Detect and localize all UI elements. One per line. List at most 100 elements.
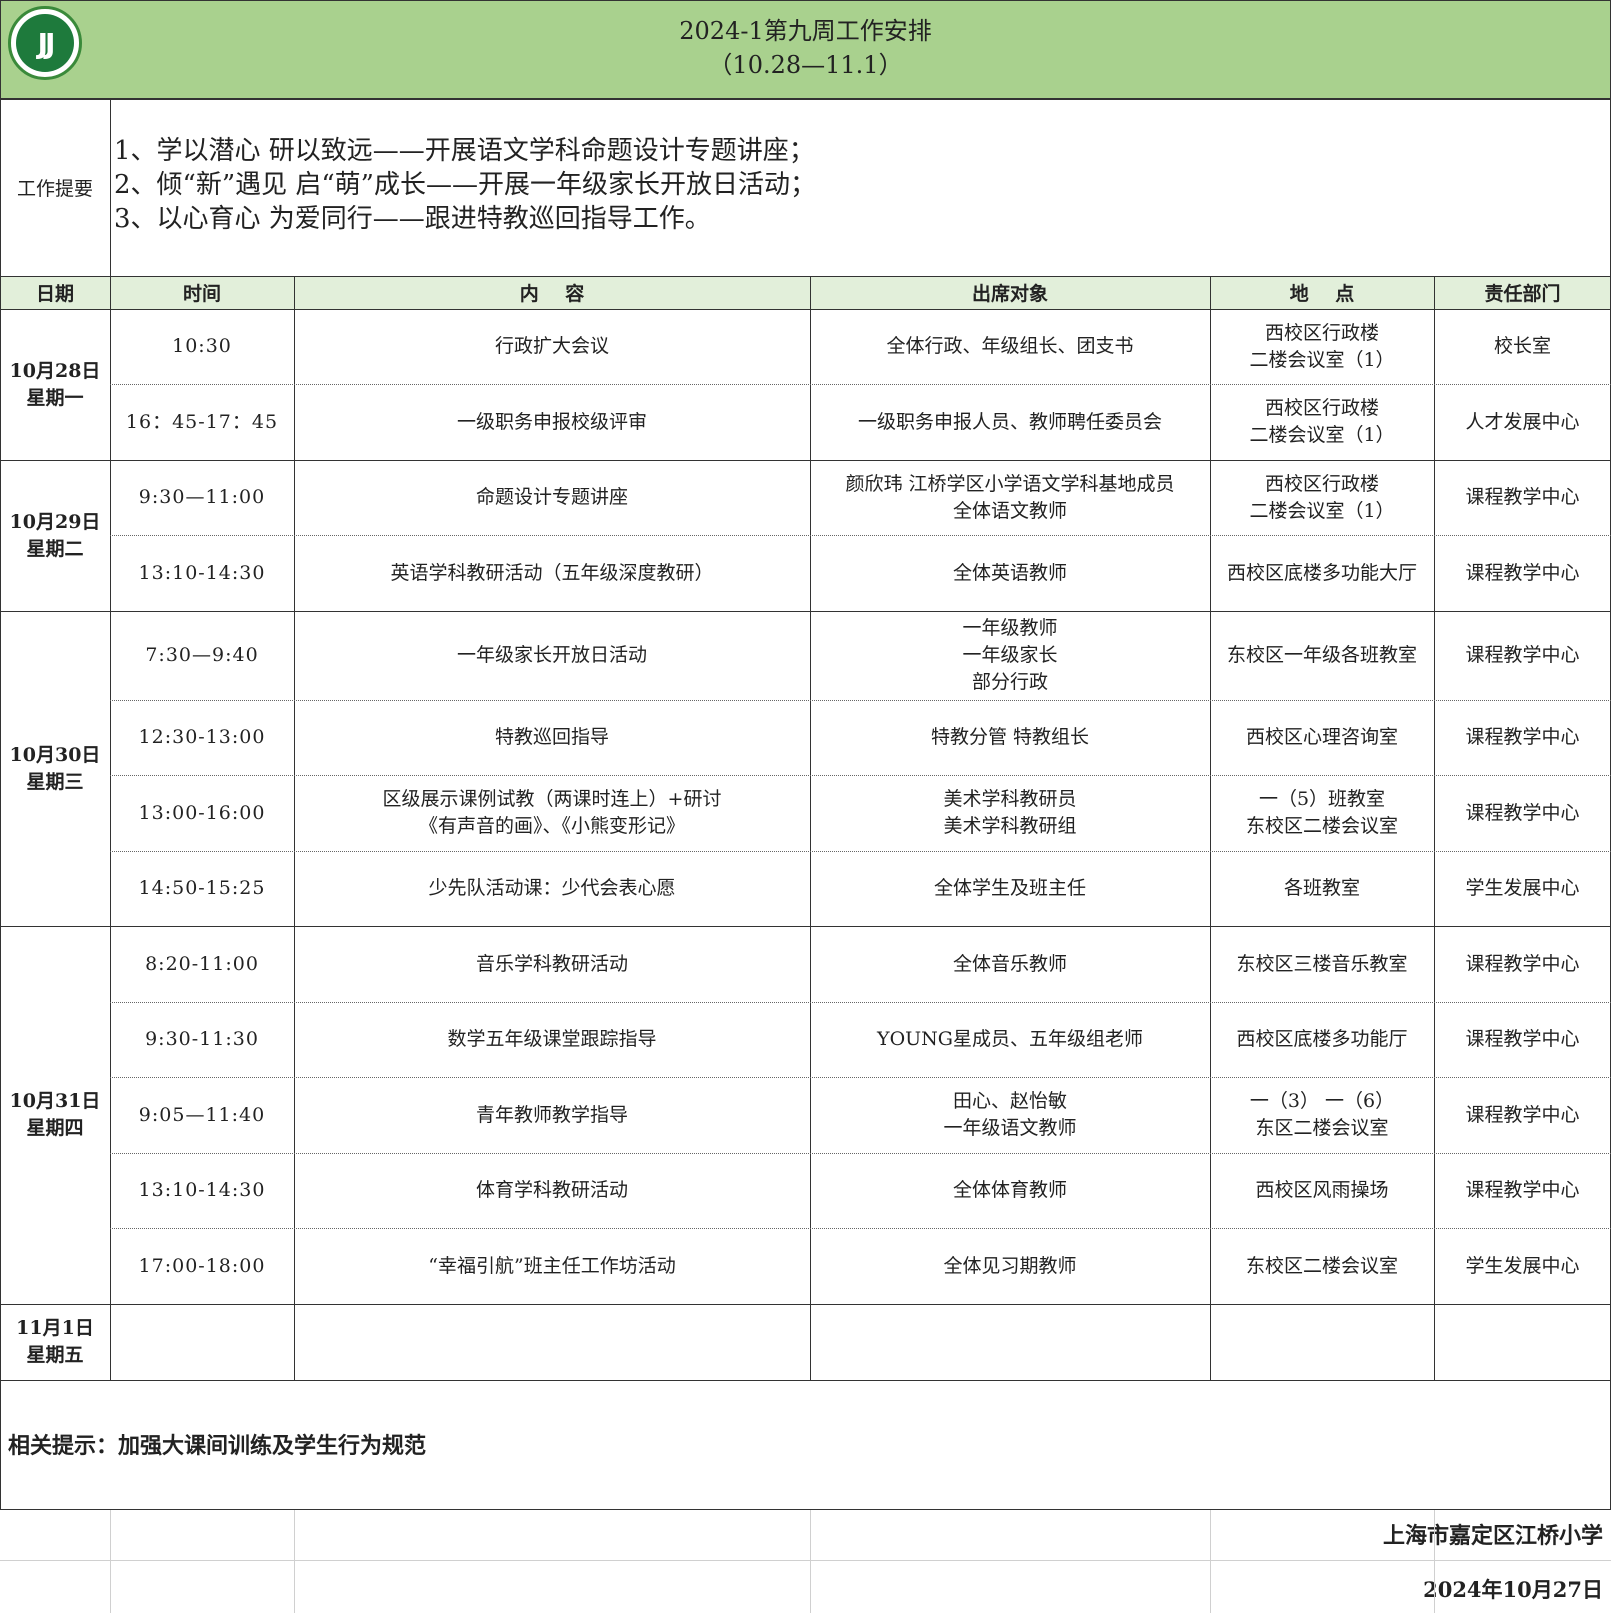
location-cell: 一（3） 一（6） 东区二楼会议室 [1210,1077,1434,1153]
row-dotted-line [110,1002,1611,1003]
school-name: 上海市嘉定区江桥小学 [1382,1523,1603,1549]
sheet-grid-line [1434,1510,1435,1613]
attendees-cell: 全体音乐教师 [810,926,1210,1002]
day-date-cell: 10月28日 星期一 [9,359,101,409]
department-cell: 课程教学中心 [1434,700,1611,775]
attendees-cell-text: 全体学生及班主任 [933,877,1086,899]
content-cell-text: 一年级家长开放日活动 [456,644,647,666]
location-cell-text: 东校区二楼会议室 [1245,1254,1398,1277]
sheet-grid-line [110,1510,111,1613]
department-cell-text: 课程教学中心 [1465,952,1580,975]
attendees-cell-text: 特教分管 特教组长 [930,726,1090,748]
row-dotted-line [110,700,1611,701]
time-cell: 13:00-16:00 [110,775,294,851]
time-cell: 17:00-18:00 [110,1228,294,1304]
attendees-cell: 全体行政、年级组长、团支书 [810,309,1210,384]
content-cell: 特教巡回指导 [294,700,810,775]
location-cell-text: 东校区三楼音乐教室 [1236,952,1408,975]
department-cell-text: 校长室 [1493,335,1551,357]
content-cell: 行政扩大会议 [294,309,810,384]
attendees-cell: 特教分管 特教组长 [810,700,1210,775]
attendees-cell: 全体体育教师 [810,1153,1210,1228]
department-cell: 课程教学中心 [1434,460,1611,535]
attendees-cell-text: 全体行政、年级组长、团支书 [886,335,1134,357]
location-cell: 一（5）班教室 东校区二楼会议室 [1210,775,1434,851]
department-cell: 课程教学中心 [1434,1077,1611,1153]
col-header-content: 内 容 [294,276,810,309]
time-cell-text: 7:30—9:40 [145,644,259,666]
location-cell: 西校区底楼多功能厅 [1210,1002,1434,1077]
row-dotted-line [110,775,1611,776]
sheet-grid-line [810,1510,811,1613]
department-cell-text: 人才发展中心 [1465,410,1580,433]
content-cell: “幸福引航”班主任工作坊活动 [294,1228,810,1304]
content-cell-text: 行政扩大会议 [494,335,609,357]
location-cell: 西校区心理咨询室 [1210,700,1434,775]
time-cell: 8:20-11:00 [110,926,294,1002]
issue-date: 2024年10月27日 [1423,1577,1603,1602]
location-cell-text: 西校区心理咨询室 [1245,726,1398,748]
department-cell-text: 课程教学中心 [1465,486,1580,508]
row-border-line [0,309,1611,310]
department-cell: 人才发展中心 [1434,384,1611,460]
location-cell-text: 西校区底楼多功能大厅 [1226,561,1417,584]
department-cell-text: 课程教学中心 [1465,1028,1580,1050]
content-cell: 一级职务申报校级评审 [294,384,810,460]
attendees-cell: 美术学科教研员 美术学科教研组 [810,775,1210,851]
attendees-cell: 全体英语教师 [810,535,1210,611]
day-date-cell: 11月1日 星期五 [16,1317,94,1366]
time-cell: 12:30-13:00 [110,700,294,775]
content-cell-text: 英语学科教研活动（五年级深度教研） [390,561,714,584]
attendees-cell-text: 全体体育教师 [952,1179,1067,1201]
department-cell: 校长室 [1434,309,1611,384]
location-cell: 各班教室 [1210,851,1434,926]
frame-left-line [0,0,1,1510]
location-cell: 西校区底楼多功能大厅 [1210,535,1434,611]
location-cell-text: 东校区一年级各班教室 [1226,644,1417,666]
content-cell-text: 青年教师教学指导 [475,1103,628,1126]
col-header-department: 责任部门 [1434,276,1611,309]
department-cell: 学生发展中心 [1434,1228,1611,1304]
time-cell-text: 8:20-11:00 [145,952,259,975]
content-cell-text: 体育学科教研活动 [475,1179,628,1201]
time-cell: 10:30 [110,309,294,384]
content-cell: 数学五年级课堂跟踪指导 [294,1002,810,1077]
time-cell: 16：45-17：45 [110,384,294,460]
row-dotted-line [110,384,1611,385]
content-cell: 一年级家长开放日活动 [294,611,810,700]
time-cell-text: 10:30 [172,335,232,357]
department-cell: 课程教学中心 [1434,535,1611,611]
attendees-cell-text: 颜欣玮 江桥学区小学语文学科基地成员 全体语文教师 [845,472,1175,522]
content-cell-text: 命题设计专题讲座 [475,486,628,508]
department-cell-text: 学生发展中心 [1465,1254,1580,1277]
attendees-cell-text: YOUNG星成员、五年级组老师 [877,1028,1143,1050]
time-cell: 9:30-11:30 [110,1002,294,1077]
location-cell: 西校区行政楼 二楼会议室（1） [1210,309,1434,384]
content-cell-text: 数学五年级课堂跟踪指导 [447,1028,657,1050]
row-border-line [0,926,1611,927]
attendees-cell: 田心、赵怡敏 一年级语文教师 [810,1077,1210,1153]
attendees-cell-text: 全体英语教师 [952,561,1067,584]
department-cell-text: 学生发展中心 [1465,877,1580,899]
department-cell: 课程教学中心 [1434,926,1611,1002]
department-cell-text: 课程教学中心 [1465,726,1580,748]
col-border-line [110,99,111,1380]
time-cell-text: 14:50-15:25 [138,877,266,899]
summary-text: 1、学以潜心 研以致远——开展语文学科命题设计专题讲座； 2、倾“新”遇见 启“… [114,136,816,234]
department-cell-text: 课程教学中心 [1465,801,1580,824]
time-cell-text: 9:30-11:30 [145,1028,259,1050]
attendees-cell-text: 一级职务申报人员、教师聘任委员会 [857,410,1162,433]
col-border-line [1210,276,1211,1380]
content-cell-text: 少先队活动课：少代会表心愿 [428,877,676,899]
content-cell: 命题设计专题讲座 [294,460,810,535]
attendees-cell: 全体学生及班主任 [810,851,1210,926]
content-cell-text: 区级展示课例试教（两课时连上）+研讨 《有声音的画》、《小熊变形记》 [382,788,722,837]
location-cell-text: 一（3） 一（6） 东区二楼会议室 [1249,1090,1395,1139]
location-cell-text: 西校区行政楼 二楼会议室（1） [1249,472,1395,522]
attendees-cell-text: 美术学科教研员 美术学科教研组 [943,788,1077,837]
department-cell: 学生发展中心 [1434,851,1611,926]
time-cell: 13:10-14:30 [110,1153,294,1228]
department-cell-text: 课程教学中心 [1465,644,1580,666]
department-cell-text: 课程教学中心 [1465,561,1580,584]
content-cell: 少先队活动课：少代会表心愿 [294,851,810,926]
